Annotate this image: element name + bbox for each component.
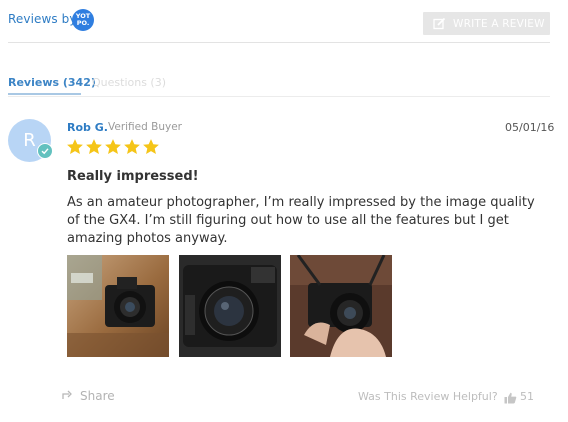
- star-icon: [67, 139, 83, 154]
- verified-buyer-label: Verified Buyer: [108, 121, 182, 133]
- review-body: As an amateur photographer, I’m really i…: [67, 195, 535, 246]
- tabs-divider: [8, 96, 550, 97]
- active-tab-indicator: [8, 93, 81, 95]
- star-icon: [143, 139, 159, 154]
- helpful-question: Was This Review Helpful?: [358, 390, 498, 403]
- camera-in-hands-photo[interactable]: [290, 255, 392, 357]
- review-author: Rob G.: [67, 121, 108, 134]
- tab-reviews[interactable]: Reviews (342): [8, 76, 96, 89]
- camera-on-table-photo[interactable]: [67, 255, 169, 357]
- pencil-square-icon: [433, 17, 446, 30]
- yotpo-logo-line2: PO.: [76, 19, 90, 27]
- camera-front-closeup-photo[interactable]: [179, 255, 281, 357]
- write-review-label: WRITE A REVIEW: [453, 17, 545, 30]
- thumbs-up-icon[interactable]: [504, 389, 517, 408]
- review-title: Really impressed!: [67, 169, 199, 184]
- star-icon: [105, 139, 121, 154]
- star-icon: [86, 139, 102, 154]
- reviews-by-label: Reviews by: [8, 12, 77, 26]
- share-icon: [62, 389, 74, 403]
- avatar-initial: R: [23, 130, 36, 151]
- header-divider: [8, 42, 550, 43]
- star-rating: [66, 138, 160, 156]
- helpful-count: 51: [520, 390, 534, 403]
- verified-check-icon: [37, 143, 53, 159]
- share-label: Share: [80, 389, 115, 403]
- tab-questions[interactable]: Questions (3): [92, 76, 166, 89]
- share-button[interactable]: Share: [62, 389, 115, 403]
- review-date: 05/01/16: [505, 121, 555, 134]
- star-icon: [124, 139, 140, 154]
- yotpo-logo[interactable]: YOT PO.: [72, 9, 94, 31]
- write-review-button[interactable]: WRITE A REVIEW: [423, 12, 550, 35]
